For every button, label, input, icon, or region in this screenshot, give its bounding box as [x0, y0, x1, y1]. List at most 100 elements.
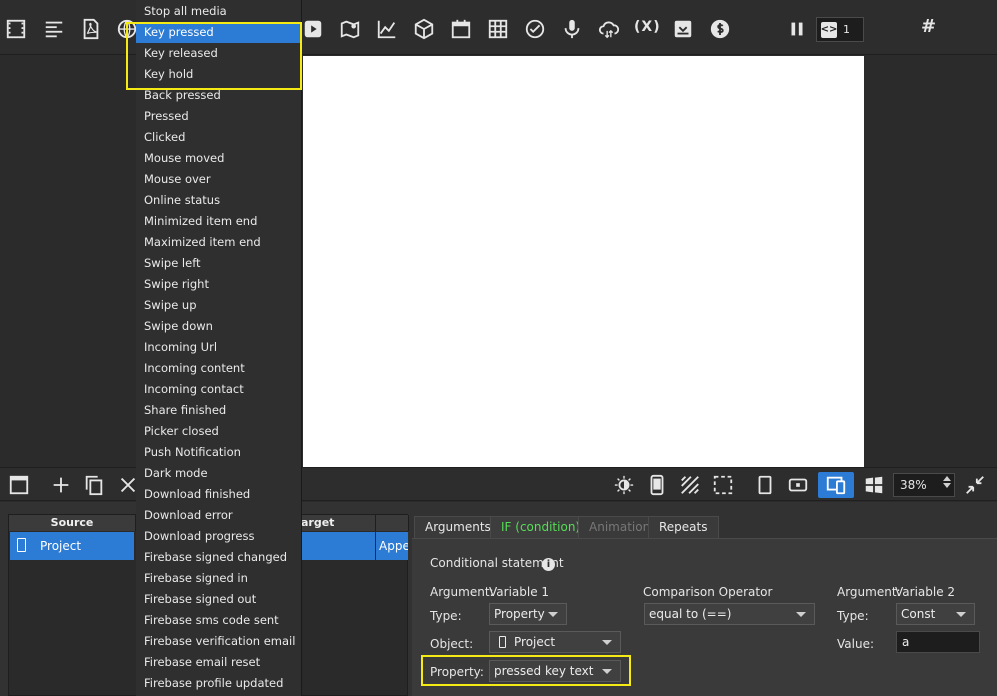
chevron-down-icon	[548, 612, 558, 617]
menu-item-firebase-email-reset[interactable]: Firebase email reset	[136, 652, 302, 673]
canvas-page[interactable]	[303, 56, 864, 467]
menu-item-swipe-down[interactable]: Swipe down	[136, 316, 302, 337]
check-circle-icon[interactable]	[523, 17, 547, 41]
object-value: Project	[514, 635, 556, 649]
column-header-source[interactable]: Source	[9, 515, 136, 531]
phone-icon	[499, 636, 506, 648]
column-header-extra[interactable]	[376, 515, 409, 531]
menu-item-pressed[interactable]: Pressed	[136, 106, 302, 127]
windows-icon[interactable]	[861, 472, 887, 498]
text-align-icon[interactable]	[42, 17, 66, 41]
row-event-label: Appe	[379, 539, 408, 553]
menu-item-maximized-item-end[interactable]: Maximized item end	[136, 232, 302, 253]
menu-item-incoming-url[interactable]: Incoming Url	[136, 337, 302, 358]
panel-icon[interactable]	[6, 472, 32, 498]
operator-value: equal to (==)	[649, 607, 732, 621]
row-source-label: Project	[40, 539, 82, 553]
duplicate-icon[interactable]	[81, 472, 107, 498]
grid-table-icon[interactable]	[486, 17, 510, 41]
argument2-value: Variable 2	[895, 585, 956, 599]
menu-item-mouse-over[interactable]: Mouse over	[136, 169, 302, 190]
value-label: Value:	[837, 637, 874, 651]
pause-icon[interactable]	[785, 17, 809, 41]
argument1-label: Argument:	[430, 585, 494, 599]
menu-item-incoming-contact[interactable]: Incoming contact	[136, 379, 302, 400]
zoom-value: 38%	[900, 478, 927, 492]
video-play-icon[interactable]	[301, 17, 325, 41]
chart-icon[interactable]	[375, 17, 399, 41]
menu-item-share-finished[interactable]: Share finished	[136, 400, 302, 421]
chevron-down-icon	[796, 612, 806, 617]
type2-label: Type:	[837, 609, 869, 623]
chevron-down-icon	[602, 640, 612, 645]
menu-item-stop-all-media[interactable]: Stop all media	[136, 1, 302, 22]
menu-item-download-finished[interactable]: Download finished	[136, 484, 302, 505]
highlight-property	[421, 655, 631, 686]
menu-item-firebase-verification-email[interactable]: Firebase verification email	[136, 631, 302, 652]
menu-item-mouse-moved[interactable]: Mouse moved	[136, 148, 302, 169]
object-select[interactable]: Project	[489, 631, 621, 653]
map-icon[interactable]	[338, 17, 362, 41]
type1-select[interactable]: Property	[489, 603, 567, 625]
pdf-icon[interactable]	[79, 17, 103, 41]
menu-item-firebase-signed-in[interactable]: Firebase signed in	[136, 568, 302, 589]
type2-value: Const	[901, 607, 936, 621]
code-tag-icon: <>	[821, 21, 837, 38]
argument2-label: Argument:	[837, 585, 901, 599]
table-row-source[interactable]: Project	[10, 532, 134, 560]
operator-label: Comparison Operator	[643, 585, 773, 599]
menu-item-clicked[interactable]: Clicked	[136, 127, 302, 148]
landscape-icon[interactable]	[785, 472, 811, 498]
calendar-icon[interactable]	[449, 17, 473, 41]
hash-button[interactable]: #	[921, 16, 937, 37]
type1-value: Property	[494, 607, 545, 621]
table-row-event[interactable]: Appe	[376, 532, 408, 560]
portrait-icon[interactable]	[752, 472, 778, 498]
film-icon[interactable]	[4, 17, 28, 41]
object-label: Object:	[430, 637, 474, 651]
tab-arguments[interactable]: Arguments	[414, 516, 502, 538]
chevron-down-icon	[956, 612, 966, 617]
info-icon[interactable]: i	[542, 558, 555, 571]
cloud-sync-icon[interactable]	[597, 17, 621, 41]
archive-icon[interactable]	[671, 17, 695, 41]
menu-item-swipe-up[interactable]: Swipe up	[136, 295, 302, 316]
menu-item-firebase-signed-changed[interactable]: Firebase signed changed	[136, 547, 302, 568]
menu-item-download-error[interactable]: Download error	[136, 505, 302, 526]
menu-item-swipe-right[interactable]: Swipe right	[136, 274, 302, 295]
menu-item-incoming-content[interactable]: Incoming content	[136, 358, 302, 379]
brightness-icon[interactable]	[611, 472, 637, 498]
menu-item-online-status[interactable]: Online status	[136, 190, 302, 211]
menu-item-firebase-profile-updated[interactable]: Firebase profile updated	[136, 673, 302, 694]
value-input[interactable]: a	[896, 631, 980, 653]
tab-if-condition[interactable]: IF (condition)	[490, 516, 592, 538]
type2-select[interactable]: Const	[896, 603, 975, 625]
event-dropdown-menu: Stop all media Key pressed Key released Key…	[136, 0, 302, 696]
type1-label: Type:	[430, 609, 462, 623]
screens-counter[interactable]: <> 1	[816, 17, 864, 42]
zoom-stepper[interactable]	[943, 476, 951, 488]
screens-count: 1	[843, 23, 850, 36]
tab-repeats[interactable]: Repeats	[648, 516, 719, 538]
variables-label[interactable]: (X)	[634, 19, 661, 39]
operator-select[interactable]: equal to (==)	[644, 603, 815, 625]
phone-device-icon[interactable]	[644, 472, 670, 498]
menu-item-firebase-signed-out[interactable]: Firebase signed out	[136, 589, 302, 610]
menu-item-swipe-left[interactable]: Swipe left	[136, 253, 302, 274]
dollar-icon[interactable]	[708, 17, 732, 41]
collapse-icon[interactable]	[962, 472, 988, 498]
highlight-key-events	[126, 22, 302, 90]
menu-item-picker-closed[interactable]: Picker closed	[136, 421, 302, 442]
menu-item-minimized-item-end[interactable]: Minimized item end	[136, 211, 302, 232]
hatch-pattern-icon[interactable]	[677, 472, 703, 498]
add-icon[interactable]	[48, 472, 74, 498]
menu-item-firebase-sms-code-sent[interactable]: Firebase sms code sent	[136, 610, 302, 631]
multi-device-icon[interactable]	[818, 472, 854, 498]
menu-item-push-notification[interactable]: Push Notification	[136, 442, 302, 463]
zoom-field[interactable]: 38%	[893, 473, 955, 497]
cube-icon[interactable]	[412, 17, 436, 41]
menu-item-download-progress[interactable]: Download progress	[136, 526, 302, 547]
dashed-frame-icon[interactable]	[710, 472, 736, 498]
microphone-icon[interactable]	[560, 17, 584, 41]
menu-item-dark-mode[interactable]: Dark mode	[136, 463, 302, 484]
